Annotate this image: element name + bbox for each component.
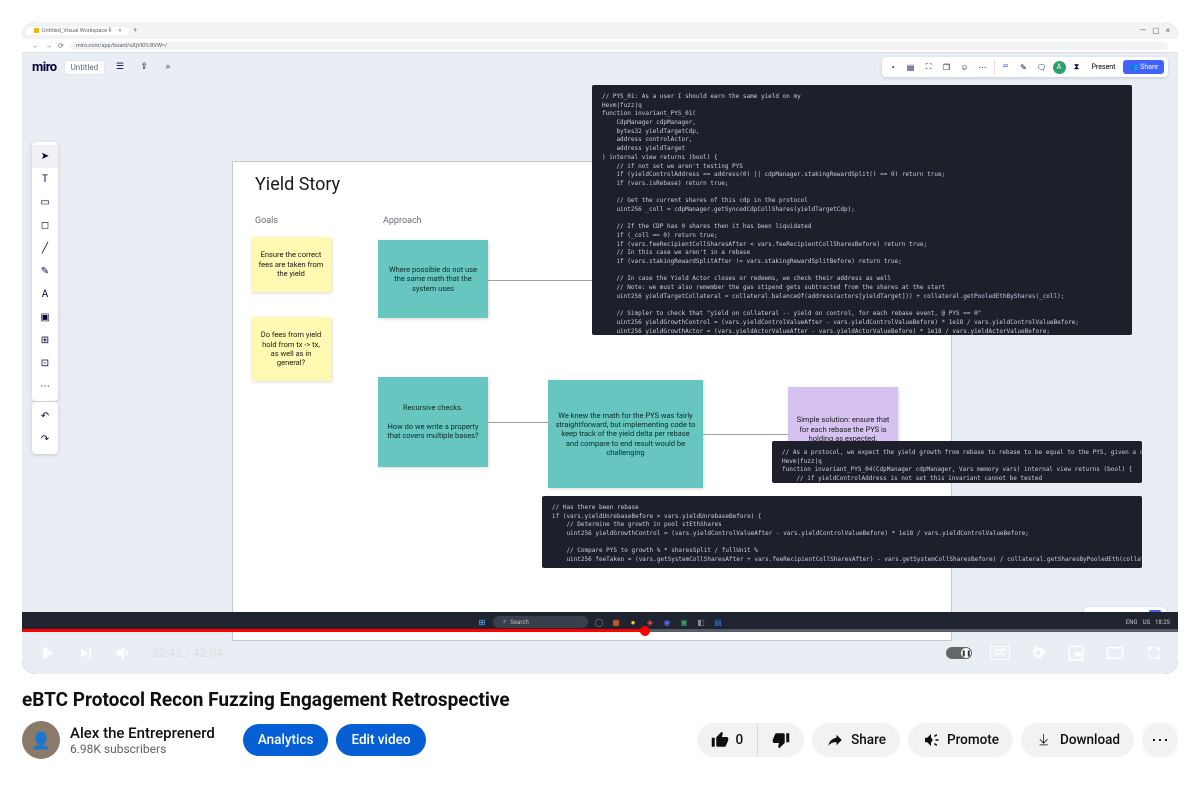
- doc-icon[interactable]: ❐: [940, 60, 954, 74]
- taskbar-search[interactable]: ⌕ Search: [493, 616, 588, 628]
- miro-canvas[interactable]: Yield Story Goals Approach Ensure the co…: [22, 81, 1178, 674]
- taskbar-app[interactable]: ◉: [661, 616, 673, 628]
- settings-button[interactable]: [1028, 643, 1048, 663]
- forward-icon[interactable]: →: [45, 42, 52, 50]
- comment-icon[interactable]: 🗨: [1035, 60, 1049, 74]
- captions-button[interactable]: CC: [990, 646, 1010, 660]
- cursor-plus-icon[interactable]: ⮹: [999, 60, 1013, 74]
- download-button[interactable]: Download: [1021, 723, 1134, 757]
- reactions-icon[interactable]: ☺: [958, 60, 972, 74]
- promote-button[interactable]: Promote: [908, 723, 1013, 757]
- edit-video-button[interactable]: Edit video: [336, 724, 425, 756]
- channel-name[interactable]: Alex the Entreprenerd: [70, 724, 215, 742]
- volume-button[interactable]: [114, 643, 134, 663]
- taskbar-app[interactable]: ◧: [695, 616, 707, 628]
- connector-line: [703, 434, 788, 435]
- chrome-tab-bar: Untitled_Visual Workspace fi× + —▢×: [22, 22, 1178, 39]
- note-icon[interactable]: ▤: [904, 60, 918, 74]
- focus-icon[interactable]: ⛶: [922, 60, 936, 74]
- tab-title: Untitled_Visual Workspace fi: [42, 28, 112, 34]
- user-avatar[interactable]: A: [1053, 61, 1066, 74]
- chrome-url-bar: ← → ⟳ miro.com/app/board/uXjVKFLBVW=/: [22, 39, 1178, 53]
- autoplay-toggle[interactable]: ❚❚: [946, 647, 972, 659]
- taskbar-app[interactable]: ▦: [610, 616, 622, 628]
- channel-avatar[interactable]: 👤: [22, 721, 60, 759]
- fullscreen-button[interactable]: [1144, 643, 1164, 663]
- url-field[interactable]: miro.com/app/board/uXjVKFLBVW=/: [70, 42, 1168, 50]
- video-player[interactable]: Untitled_Visual Workspace fi× + —▢× ← → …: [22, 22, 1178, 674]
- share-button[interactable]: Share: [812, 723, 900, 757]
- time-display: 22:42 / 42:04: [152, 646, 223, 660]
- clock[interactable]: 18:25: [1155, 619, 1170, 626]
- tray-icon[interactable]: ENG: [1126, 619, 1138, 626]
- share-button[interactable]: 👥 Share: [1123, 60, 1164, 74]
- back-icon[interactable]: ←: [32, 42, 39, 50]
- video-title: eBTC Protocol Recon Fuzzing Engagement R…: [22, 688, 1178, 711]
- approach-label: Approach: [383, 216, 422, 226]
- more-icon[interactable]: ⋯: [976, 60, 990, 74]
- code-block-1[interactable]: // PYS_01: As a user I should earn the s…: [592, 85, 1132, 335]
- activity-icon[interactable]: ⧗: [1070, 60, 1084, 74]
- miro-header: miro Untitled ☰ ⇪ ⌕ ◔ ▤ ⛶ ❐ ☺ ⋯ ⮹ ✎ 🗨 A: [22, 53, 1178, 81]
- sticky-goal-2[interactable]: Do fees from yield hold from tx -> tx, a…: [251, 317, 331, 381]
- more-actions-button[interactable]: ⋯: [1142, 722, 1178, 758]
- next-button[interactable]: [76, 643, 96, 663]
- subscriber-count: 6.98K subscribers: [70, 742, 215, 756]
- play-button[interactable]: [36, 642, 58, 664]
- miro-top-right: ◔ ▤ ⛶ ❐ ☺ ⋯ ⮹ ✎ 🗨 A ⧗ Present 👥 Share: [882, 57, 1168, 77]
- miniplayer-button[interactable]: [1066, 643, 1086, 663]
- connector-line: [488, 422, 548, 423]
- video-content: Untitled_Visual Workspace fi× + —▢× ← → …: [22, 22, 1178, 674]
- present-button[interactable]: Present: [1088, 61, 1120, 73]
- menu-icon[interactable]: ☰: [112, 59, 128, 75]
- tray-icon[interactable]: US: [1143, 619, 1150, 626]
- taskbar-app[interactable]: ●: [627, 616, 639, 628]
- code-block-2[interactable]: // As a protocol, we expect the yield gr…: [772, 441, 1142, 483]
- code-block-3[interactable]: // Has there been rebase if (vars.yieldU…: [542, 496, 1142, 568]
- goals-label: Goals: [255, 216, 278, 226]
- sticky-approach-2[interactable]: Recursive checks. How do we write a prop…: [378, 377, 488, 467]
- reload-icon[interactable]: ⟳: [58, 42, 64, 50]
- meta-row: 👤 Alex the Entreprenerd 6.98K subscriber…: [22, 721, 1178, 759]
- chat-icon[interactable]: ✎: [1017, 60, 1031, 74]
- player-controls: 22:42 / 42:04 ❚❚ CC: [22, 632, 1178, 674]
- timer-icon[interactable]: ◔: [886, 60, 900, 74]
- start-icon[interactable]: ⊞: [476, 616, 488, 628]
- board-title[interactable]: Untitled: [65, 61, 104, 74]
- frame-title: Yield Story: [255, 174, 340, 195]
- sticky-goal-1[interactable]: Ensure the correct fees are taken from t…: [251, 237, 331, 292]
- below-player: eBTC Protocol Recon Fuzzing Engagement R…: [0, 674, 1200, 759]
- dislike-button[interactable]: [758, 723, 804, 757]
- sticky-approach-1[interactable]: Where possible do not use the same math …: [378, 240, 488, 318]
- like-dislike-segment: 0: [697, 723, 804, 757]
- theater-button[interactable]: [1104, 644, 1126, 662]
- browser-tab[interactable]: Untitled_Visual Workspace fi×: [26, 27, 129, 35]
- analytics-button[interactable]: Analytics: [243, 724, 329, 756]
- like-button[interactable]: 0: [697, 723, 757, 757]
- taskbar-app[interactable]: ◯: [593, 616, 605, 628]
- miro-logo: miro: [32, 60, 57, 75]
- taskbar-app[interactable]: ▤: [712, 616, 724, 628]
- taskbar-app[interactable]: ▣: [678, 616, 690, 628]
- search-icon[interactable]: ⌕: [160, 59, 176, 75]
- sticky-approach-3[interactable]: We knew the math for the PYS was fairly …: [548, 380, 703, 488]
- export-icon[interactable]: ⇪: [136, 59, 152, 75]
